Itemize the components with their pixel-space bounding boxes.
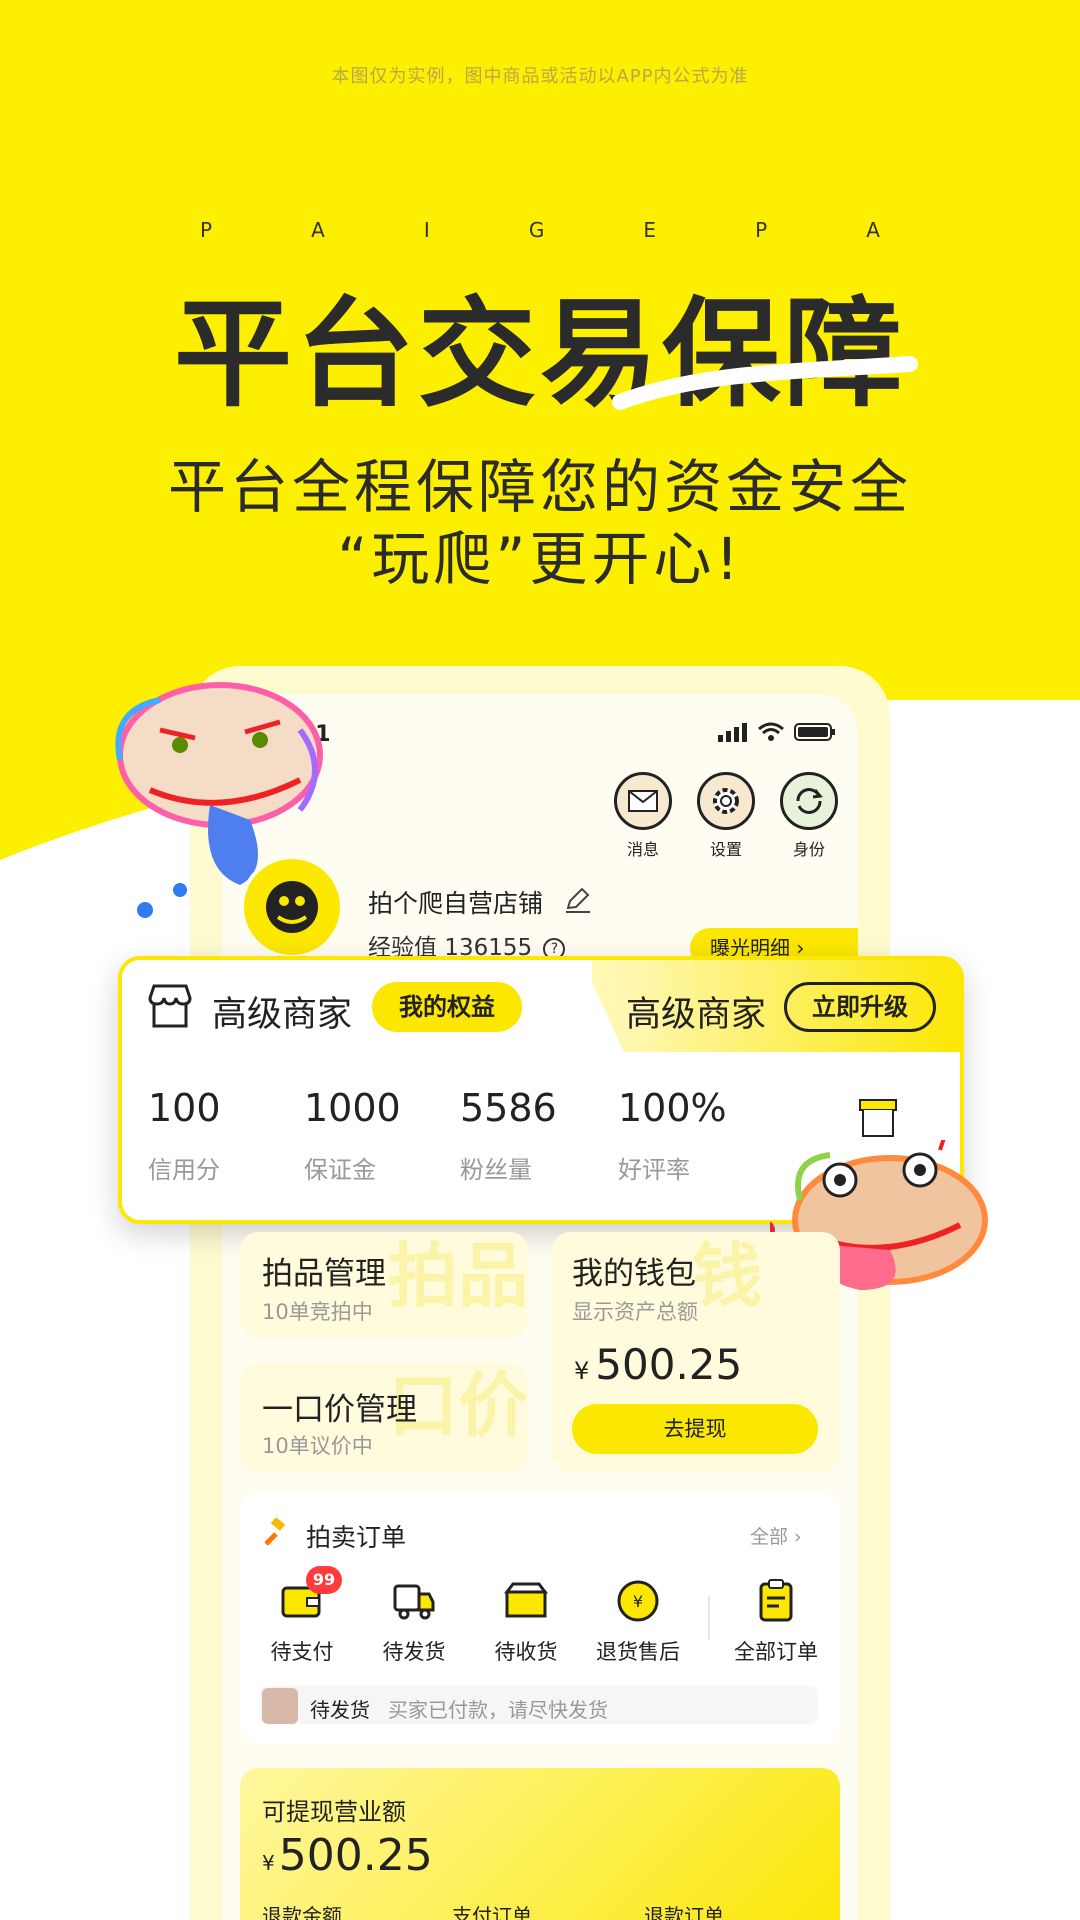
avatar[interactable] [240,855,344,959]
revenue-amount: ¥500.25 [262,1830,433,1881]
chevron-right-icon: › [788,1526,802,1548]
store-icon [148,984,192,1028]
brand-letter: I [423,218,430,242]
brand-letter: G [528,218,545,242]
wallet-sub: 显示资产总额 [572,1300,698,1324]
brand-letter: A [311,218,325,242]
stat-value: 1000 [304,1086,401,1130]
status-bar-icons [718,722,836,742]
identity-label: 身份 [792,840,825,859]
refund-amount-label: 退款金额 [262,1904,342,1920]
order-label: 待收货 [494,1640,558,1664]
signal-icon [718,723,747,742]
order-pending-shipment[interactable]: 待发货 [366,1578,462,1666]
order-all[interactable]: 全部订单 [728,1578,824,1666]
brand-letter: P [755,218,768,242]
merchant-level-right: 高级商家 [626,995,767,1035]
followers-stat[interactable]: 5586 粉丝量 [460,1086,580,1185]
my-rights-button[interactable]: 我的权益 [372,982,522,1032]
notice-text: 买家已付款，请尽快发货 [388,1698,608,1722]
disclaimer-text: 本图仅为实例，图中商品或活动以APP内公式为准 [331,66,749,87]
headline-swoosh [612,356,918,410]
positive-rate-stat[interactable]: 100% 好评率 [618,1086,738,1185]
shop-name: 拍个爬自营店铺 [368,889,544,918]
order-label: 待发货 [382,1640,446,1664]
brand-letters: P A I G E P A [200,218,880,242]
stat-label: 保证金 [304,1156,376,1184]
credit-score-stat[interactable]: 100 信用分 [148,1086,268,1185]
order-label: 待支付 [270,1640,334,1664]
order-label: 全部订单 [734,1640,818,1664]
auction-orders-title: 拍卖订单 [306,1523,407,1552]
subheadline-2: “玩爬”更开心! [337,525,743,593]
refund-orders-label: 退款订单 [644,1904,724,1920]
gavel-icon [264,1518,286,1546]
all-orders-link[interactable]: 全部 › [750,1522,802,1549]
auction-management-title: 拍品管理 [262,1256,386,1292]
wallet-title: 我的钱包 [572,1256,696,1292]
stat-label: 粉丝量 [460,1156,532,1184]
product-thumbnail [262,1688,298,1724]
wifi-icon [758,722,784,741]
all-orders-label: 全部 [750,1526,789,1548]
upgrade-button[interactable]: 立即升级 [784,982,936,1032]
fixed-price-sub: 10单议价中 [262,1434,373,1458]
stat-label: 信用分 [148,1156,220,1184]
messages-label: 消息 [626,840,659,859]
refresh-icon [780,772,838,830]
wallet-amount-value: 500.25 [595,1340,743,1389]
wallet-amount: ¥500.25 [574,1340,742,1389]
brand-letter: A [866,218,880,242]
lizard-logo-icon [266,881,318,933]
brand-letter: E [643,218,657,242]
svg-text:¥: ¥ [633,1592,643,1611]
wallet-watermark: 钱 [692,1235,762,1317]
stat-label: 好评率 [618,1156,690,1184]
auction-management-sub: 10单竞拍中 [262,1300,373,1324]
order-divider [708,1596,710,1640]
order-after-sales[interactable]: ¥ 退货售后 [590,1578,686,1666]
paid-orders-label: 支付订单 [452,1904,532,1920]
stat-value: 5586 [460,1086,557,1130]
fixed-price-title: 一口价管理 [262,1392,417,1428]
withdraw-button[interactable]: 去提现 [572,1404,818,1454]
wallet-currency: ¥ [574,1357,590,1385]
edit-icon[interactable] [564,886,592,914]
revenue-amount-value: 500.25 [278,1830,433,1881]
gear-icon [697,772,755,830]
merchant-level-left: 高级商家 [212,995,353,1035]
revenue-title: 可提现营业额 [262,1798,406,1826]
brand-letter: P [200,218,213,242]
settings-label: 设置 [709,840,742,859]
order-label: 退货售后 [596,1640,680,1664]
messages-button[interactable]: 消息 [608,772,678,860]
order-pending-receipt[interactable]: 待收货 [478,1578,574,1666]
notice-tag: 待发货 [310,1698,370,1722]
pending-payment-badge: 99 [306,1566,342,1594]
stat-value: 100% [618,1086,727,1130]
truck-icon [391,1578,437,1624]
auction-watermark: 拍品 [388,1235,528,1317]
box-icon [503,1578,549,1624]
settings-button[interactable]: 设置 [691,772,761,860]
revenue-currency: ¥ [262,1851,275,1875]
merchant-card-tab-edge [552,960,624,1052]
mail-icon [614,772,672,830]
deposit-stat[interactable]: 1000 保证金 [304,1086,424,1185]
stat-value: 100 [148,1086,221,1130]
my-shop-icon[interactable] [856,1096,900,1140]
battery-icon [794,723,835,741]
yen-coin-icon: ¥ [615,1578,661,1624]
identity-button[interactable]: 身份 [774,772,844,860]
clipboard-icon [753,1578,799,1624]
